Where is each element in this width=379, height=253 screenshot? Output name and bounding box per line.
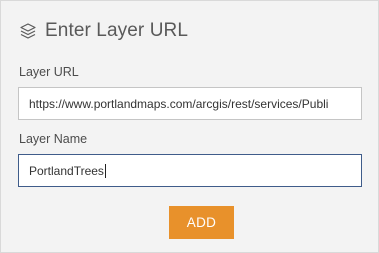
layer-url-label: Layer URL [19,65,79,79]
add-button[interactable]: ADD [169,206,234,239]
enter-layer-url-panel: Enter Layer URL Layer URL https://www.po… [0,0,379,253]
layer-url-value: https://www.portlandmaps.com/arcgis/rest… [29,96,329,111]
panel-header: Enter Layer URL [19,19,188,43]
layers-icon [19,22,37,40]
panel-title: Enter Layer URL [45,20,189,41]
layer-name-input[interactable]: PortlandTrees [18,154,362,187]
text-caret [104,163,106,178]
layer-url-input[interactable]: https://www.portlandmaps.com/arcgis/rest… [18,87,362,120]
layer-name-value: PortlandTrees [29,163,104,178]
layer-name-label: Layer Name [19,132,88,146]
